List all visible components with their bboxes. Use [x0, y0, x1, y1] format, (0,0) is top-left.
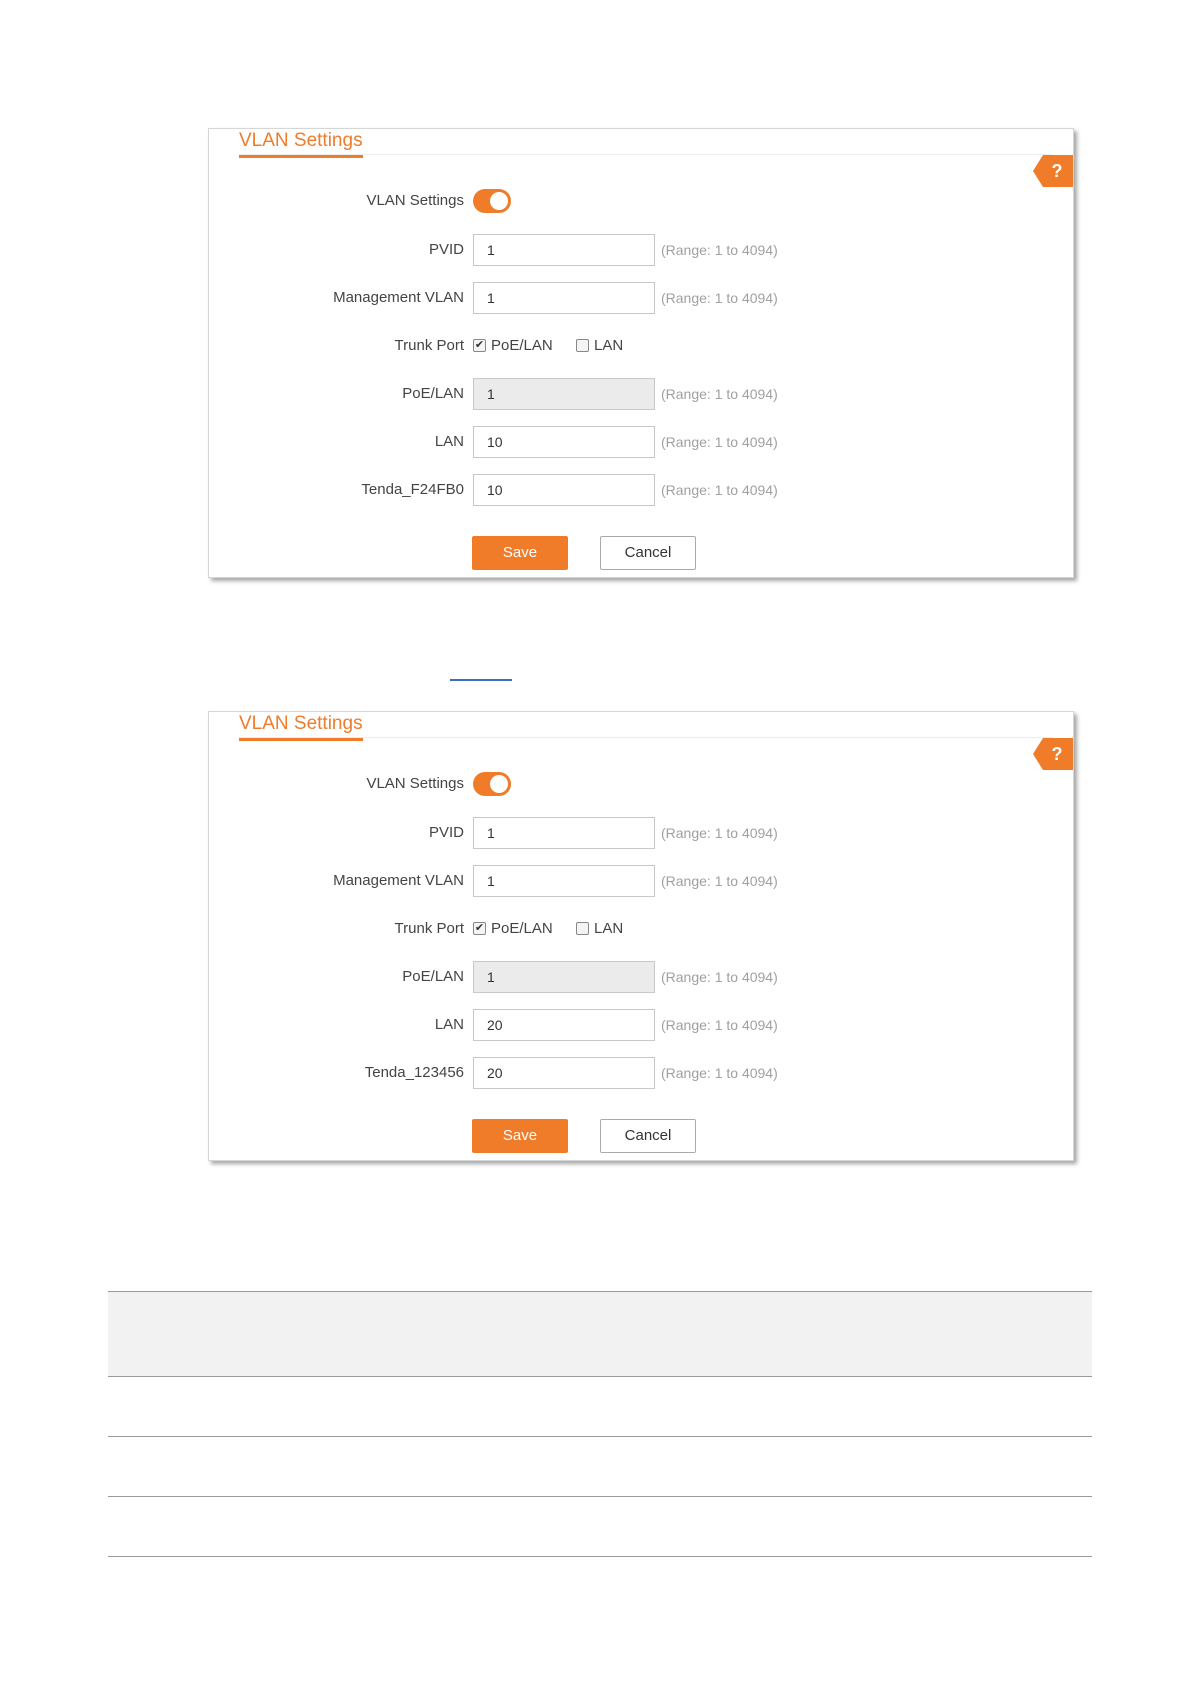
help-icon[interactable]: ? — [1033, 155, 1073, 187]
poe-lan-range: (Range: 1 to 4094) — [661, 969, 778, 985]
row-management-vlan: Management VLAN 1 (Range: 1 to 4094) — [209, 282, 1073, 314]
management-vlan-label: Management VLAN — [333, 289, 464, 306]
pvid-input[interactable]: 1 — [473, 817, 655, 849]
trunk-poe-lan-checkbox[interactable]: ✔ — [473, 339, 486, 352]
table-bottom-rule — [108, 1556, 1092, 1557]
vlan-settings-panel-1: VLAN Settings ? VLAN Settings PVID 1 (Ra… — [208, 128, 1074, 578]
row-management-vlan: Management VLAN 1 (Range: 1 to 4094) — [209, 865, 1073, 897]
table-row-rule — [108, 1496, 1092, 1497]
row-poe-lan: PoE/LAN 1 (Range: 1 to 4094) — [209, 378, 1073, 410]
lan-label: LAN — [434, 433, 464, 450]
row-ssid: Tenda_123456 20 (Range: 1 to 4094) — [209, 1057, 1073, 1089]
management-vlan-label: Management VLAN — [333, 872, 464, 889]
poe-lan-input: 1 — [473, 378, 655, 410]
vlan-settings-label: VLAN Settings — [366, 775, 464, 792]
row-trunk-port: Trunk Port ✔ PoE/LAN LAN — [209, 330, 1073, 362]
trunk-poe-lan-label: PoE/LAN — [491, 920, 553, 937]
lan-range: (Range: 1 to 4094) — [661, 1017, 778, 1033]
poe-lan-label: PoE/LAN — [402, 968, 464, 985]
lan-label: LAN — [434, 1016, 464, 1033]
toggle-knob — [490, 775, 508, 793]
trunk-poe-lan-checkbox[interactable]: ✔ — [473, 922, 486, 935]
ssid-range: (Range: 1 to 4094) — [661, 482, 778, 498]
trunk-lan-checkbox[interactable] — [576, 339, 589, 352]
vlan-settings-label: VLAN Settings — [366, 192, 464, 209]
row-trunk-port: Trunk Port ✔ PoE/LAN LAN — [209, 913, 1073, 945]
table-row-rule — [108, 1436, 1092, 1437]
toggle-knob — [490, 192, 508, 210]
vlan-settings-toggle[interactable] — [473, 772, 511, 796]
pvid-label: PVID — [428, 241, 464, 258]
poe-lan-label: PoE/LAN — [402, 385, 464, 402]
row-vlan-settings: VLAN Settings — [209, 768, 1073, 800]
row-pvid: PVID 1 (Range: 1 to 4094) — [209, 817, 1073, 849]
save-button[interactable]: Save — [472, 1119, 568, 1153]
lan-input[interactable]: 10 — [473, 426, 655, 458]
management-vlan-input[interactable]: 1 — [473, 865, 655, 897]
table-header — [108, 1292, 1092, 1376]
pvid-input[interactable]: 1 — [473, 234, 655, 266]
poe-lan-range: (Range: 1 to 4094) — [661, 386, 778, 402]
row-poe-lan: PoE/LAN 1 (Range: 1 to 4094) — [209, 961, 1073, 993]
management-vlan-range: (Range: 1 to 4094) — [661, 290, 778, 306]
ssid-label: Tenda_123456 — [364, 1064, 464, 1081]
table-row-rule — [108, 1376, 1092, 1377]
ssid-label: Tenda_F24FB0 — [361, 481, 464, 498]
help-icon[interactable]: ? — [1033, 738, 1073, 770]
management-vlan-input[interactable]: 1 — [473, 282, 655, 314]
lan-input[interactable]: 20 — [473, 1009, 655, 1041]
divider — [239, 737, 1053, 738]
row-vlan-settings: VLAN Settings — [209, 185, 1073, 217]
trunk-port-label: Trunk Port — [394, 920, 464, 937]
row-lan: LAN 10 (Range: 1 to 4094) — [209, 426, 1073, 458]
pvid-label: PVID — [428, 824, 464, 841]
row-ssid: Tenda_F24FB0 10 (Range: 1 to 4094) — [209, 474, 1073, 506]
row-lan: LAN 20 (Range: 1 to 4094) — [209, 1009, 1073, 1041]
row-pvid: PVID 1 (Range: 1 to 4094) — [209, 234, 1073, 266]
table-top-rule — [108, 1291, 1092, 1292]
ssid-vlan-input[interactable]: 10 — [473, 474, 655, 506]
management-vlan-range: (Range: 1 to 4094) — [661, 873, 778, 889]
lan-range: (Range: 1 to 4094) — [661, 434, 778, 450]
pvid-range: (Range: 1 to 4094) — [661, 242, 778, 258]
vlan-settings-toggle[interactable] — [473, 189, 511, 213]
link-underline — [450, 679, 512, 681]
ssid-range: (Range: 1 to 4094) — [661, 1065, 778, 1081]
ssid-vlan-input[interactable]: 20 — [473, 1057, 655, 1089]
divider — [239, 154, 1053, 155]
vlan-settings-panel-2: VLAN Settings ? VLAN Settings PVID 1 (Ra… — [208, 711, 1074, 1161]
cancel-button[interactable]: Cancel — [600, 536, 696, 570]
trunk-lan-checkbox[interactable] — [576, 922, 589, 935]
trunk-port-label: Trunk Port — [394, 337, 464, 354]
trunk-poe-lan-label: PoE/LAN — [491, 337, 553, 354]
poe-lan-input: 1 — [473, 961, 655, 993]
trunk-lan-label: LAN — [594, 337, 624, 354]
save-button[interactable]: Save — [472, 536, 568, 570]
pvid-range: (Range: 1 to 4094) — [661, 825, 778, 841]
trunk-lan-label: LAN — [594, 920, 624, 937]
cancel-button[interactable]: Cancel — [600, 1119, 696, 1153]
